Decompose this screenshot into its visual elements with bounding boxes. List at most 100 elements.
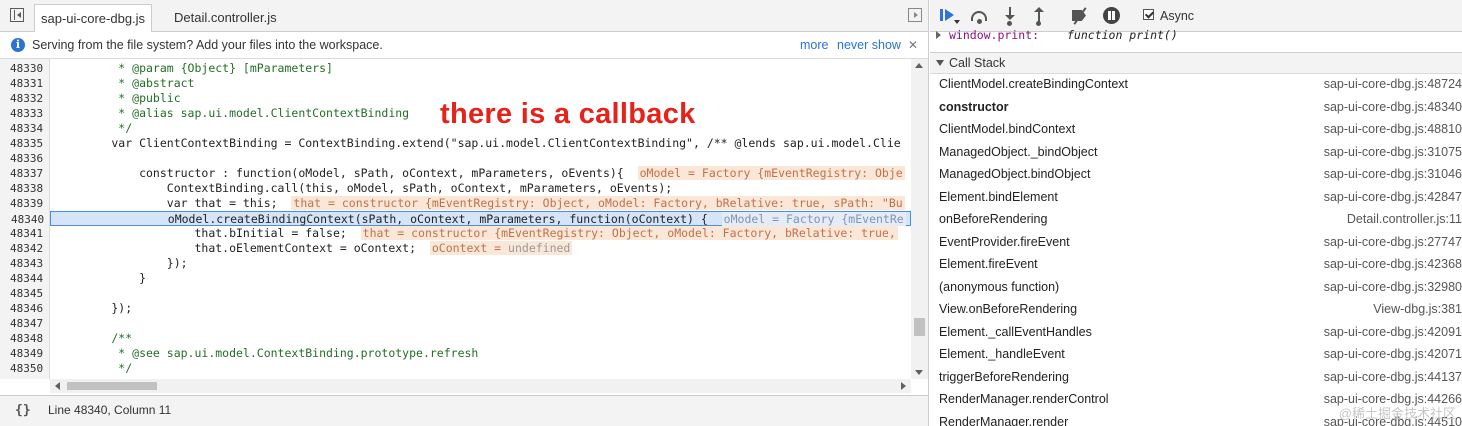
scroll-right-icon[interactable] xyxy=(901,382,906,390)
line-number[interactable]: 48339 xyxy=(10,196,48,211)
frame-location[interactable]: sap-ui-core-dbg.js:42071 xyxy=(1324,343,1462,366)
call-frame[interactable]: View.onBeforeRendering View-dbg.js:381 xyxy=(930,298,1462,321)
line-number[interactable]: 48336 xyxy=(10,151,48,166)
line-number[interactable]: 48334 xyxy=(10,121,48,136)
call-frame[interactable]: constructor sap-ui-core-dbg.js:48340 xyxy=(930,96,1462,119)
call-frame[interactable]: ClientModel.createBindingContext sap-ui-c… xyxy=(930,73,1462,96)
horizontal-scrollbar[interactable] xyxy=(50,379,911,393)
tab-sap-ui-core-dbg[interactable]: sap-ui-core-dbg.js xyxy=(34,4,153,32)
tab-detail-controller[interactable]: Detail.controller.js xyxy=(168,4,283,31)
frame-function: triggerBeforeRendering xyxy=(939,369,1069,384)
line-number[interactable]: 48332 xyxy=(10,91,48,106)
code-line[interactable]: 48346 }); xyxy=(0,301,911,316)
code-line[interactable]: 48331 * @abstract xyxy=(0,76,911,91)
frame-location[interactable]: sap-ui-core-dbg.js:27747 xyxy=(1324,231,1462,254)
frame-location[interactable]: sap-ui-core-dbg.js:42847 xyxy=(1324,186,1462,209)
more-link[interactable]: more xyxy=(800,32,828,58)
frame-location[interactable]: sap-ui-core-dbg.js:48724 xyxy=(1324,73,1462,96)
frame-location[interactable]: View-dbg.js:381 xyxy=(1373,298,1462,321)
toggle-navigator-icon[interactable] xyxy=(10,8,24,22)
frame-location[interactable]: sap-ui-core-dbg.js:44137 xyxy=(1324,366,1462,389)
watch-item[interactable]: window.print: function print() xyxy=(930,27,1462,47)
call-frame[interactable]: Element.bindElement sap-ui-core-dbg.js:42… xyxy=(930,186,1462,209)
line-number[interactable]: 48341 xyxy=(10,226,48,241)
code-line[interactable]: 48343 }); xyxy=(0,256,911,271)
scroll-down-icon[interactable] xyxy=(915,370,923,375)
toggle-debugger-icon[interactable] xyxy=(908,8,922,22)
frame-function: ClientModel.bindContext xyxy=(939,122,1076,136)
line-number[interactable]: 48351 xyxy=(10,376,48,379)
deactivate-breakpoints-icon[interactable] xyxy=(1070,6,1090,26)
step-over-icon[interactable] xyxy=(970,6,990,26)
code-line[interactable]: 48342 that.oElementContext = oContext; o… xyxy=(0,241,911,256)
step-out-icon[interactable] xyxy=(1029,6,1049,26)
expand-arrow-icon[interactable] xyxy=(936,31,941,39)
code-line[interactable]: 48349 * @see sap.ui.model.ContextBinding… xyxy=(0,346,911,361)
line-number[interactable]: 48340 xyxy=(11,212,49,227)
call-frame[interactable]: Element._callEventHandles sap-ui-core-dbg… xyxy=(930,321,1462,344)
frame-location[interactable]: sap-ui-core-dbg.js:31046 xyxy=(1324,163,1462,186)
line-text: */ xyxy=(56,361,133,375)
line-number[interactable]: 48337 xyxy=(10,166,48,181)
never-show-link[interactable]: never show xyxy=(837,32,901,58)
collapse-arrow-icon[interactable] xyxy=(936,60,944,66)
code-line[interactable]: 48350 */ xyxy=(0,361,911,376)
call-frame[interactable]: triggerBeforeRendering sap-ui-core-dbg.js… xyxy=(930,366,1462,389)
line-number[interactable]: 48345 xyxy=(10,286,48,301)
call-frame[interactable]: ManagedObject.bindObject sap-ui-core-dbg.… xyxy=(930,163,1462,186)
line-number[interactable]: 48349 xyxy=(10,346,48,361)
call-frame[interactable]: Element._handleEvent sap-ui-core-dbg.js:4… xyxy=(930,343,1462,366)
frame-location[interactable]: sap-ui-core-dbg.js:48810 xyxy=(1324,118,1462,141)
resume-icon[interactable] xyxy=(938,6,960,26)
scroll-up-icon[interactable] xyxy=(915,63,923,68)
annotation-text: there is a callback xyxy=(440,98,696,130)
frame-function: ManagedObject._bindObject xyxy=(939,144,1098,159)
frame-location[interactable]: sap-ui-core-dbg.js:32980 xyxy=(1324,276,1462,299)
code-line[interactable]: 48336 xyxy=(0,151,911,166)
pretty-print-icon[interactable]: {} xyxy=(15,396,31,425)
frame-location[interactable]: Detail.controller.js:11 xyxy=(1347,208,1462,231)
line-number[interactable]: 48338 xyxy=(10,181,48,196)
line-number[interactable]: 48344 xyxy=(10,271,48,286)
call-frame[interactable]: (anonymous function) sap-ui-core-dbg.js:3… xyxy=(930,276,1462,299)
line-number[interactable]: 48347 xyxy=(10,316,48,331)
pause-on-exceptions-icon[interactable] xyxy=(1103,7,1120,24)
close-icon[interactable]: ✕ xyxy=(908,32,918,58)
call-frame[interactable]: EventProvider.fireEvent sap-ui-core-dbg.j… xyxy=(930,231,1462,254)
code-line[interactable]: 48339 var that = this; that = constructo… xyxy=(0,196,911,211)
frame-location[interactable]: sap-ui-core-dbg.js:42091 xyxy=(1324,321,1462,344)
line-number[interactable]: 48330 xyxy=(10,61,48,76)
line-number[interactable]: 48335 xyxy=(10,136,48,151)
line-number[interactable]: 48346 xyxy=(10,301,48,316)
line-number[interactable]: 48350 xyxy=(10,361,48,376)
line-number[interactable]: 48342 xyxy=(10,241,48,256)
vertical-scrollbar[interactable] xyxy=(911,59,928,379)
call-frame[interactable]: Element.fireEvent sap-ui-core-dbg.js:4236… xyxy=(930,253,1462,276)
scroll-left-icon[interactable] xyxy=(55,382,60,390)
frame-location[interactable]: sap-ui-core-dbg.js:42368 xyxy=(1324,253,1462,276)
frame-location[interactable]: sap-ui-core-dbg.js:31075 xyxy=(1324,141,1462,164)
code-line[interactable]: 48330 * @param {Object} [mParameters] xyxy=(0,61,911,76)
line-number[interactable]: 48343 xyxy=(10,256,48,271)
code-line[interactable]: 48335 var ClientContextBinding = Context… xyxy=(0,136,911,151)
step-into-icon[interactable] xyxy=(1000,6,1020,26)
code-line[interactable]: 48341 that.bInitial = false; that = cons… xyxy=(0,226,911,241)
async-checkbox[interactable] xyxy=(1143,9,1154,20)
line-number[interactable]: 48348 xyxy=(10,331,48,346)
hscroll-thumb[interactable] xyxy=(67,382,157,390)
call-frame[interactable]: ManagedObject._bindObject sap-ui-core-dbg… xyxy=(930,141,1462,164)
code-line[interactable]: 48337 constructor : function(oModel, sPa… xyxy=(0,166,911,181)
code-line[interactable]: 48345 xyxy=(0,286,911,301)
code-line[interactable]: 48348 /** xyxy=(0,331,911,346)
call-frame[interactable]: onBeforeRendering Detail.controller.js:11 xyxy=(930,208,1462,231)
line-number[interactable]: 48333 xyxy=(10,106,48,121)
code-line[interactable]: 48340 oModel.createBindingContext(sPath,… xyxy=(11,211,911,226)
scroll-thumb[interactable] xyxy=(914,318,925,336)
frame-location[interactable]: sap-ui-core-dbg.js:48340 xyxy=(1324,96,1462,119)
code-line[interactable]: 48338 ContextBinding.call(this, oModel, … xyxy=(0,181,911,196)
line-number[interactable]: 48331 xyxy=(10,76,48,91)
code-line[interactable]: 48347 xyxy=(0,316,911,331)
call-stack-header[interactable]: Call Stack xyxy=(930,52,1462,74)
code-line[interactable]: 48344 } xyxy=(0,271,911,286)
call-frame[interactable]: ClientModel.bindContext sap-ui-core-dbg.j… xyxy=(930,118,1462,141)
